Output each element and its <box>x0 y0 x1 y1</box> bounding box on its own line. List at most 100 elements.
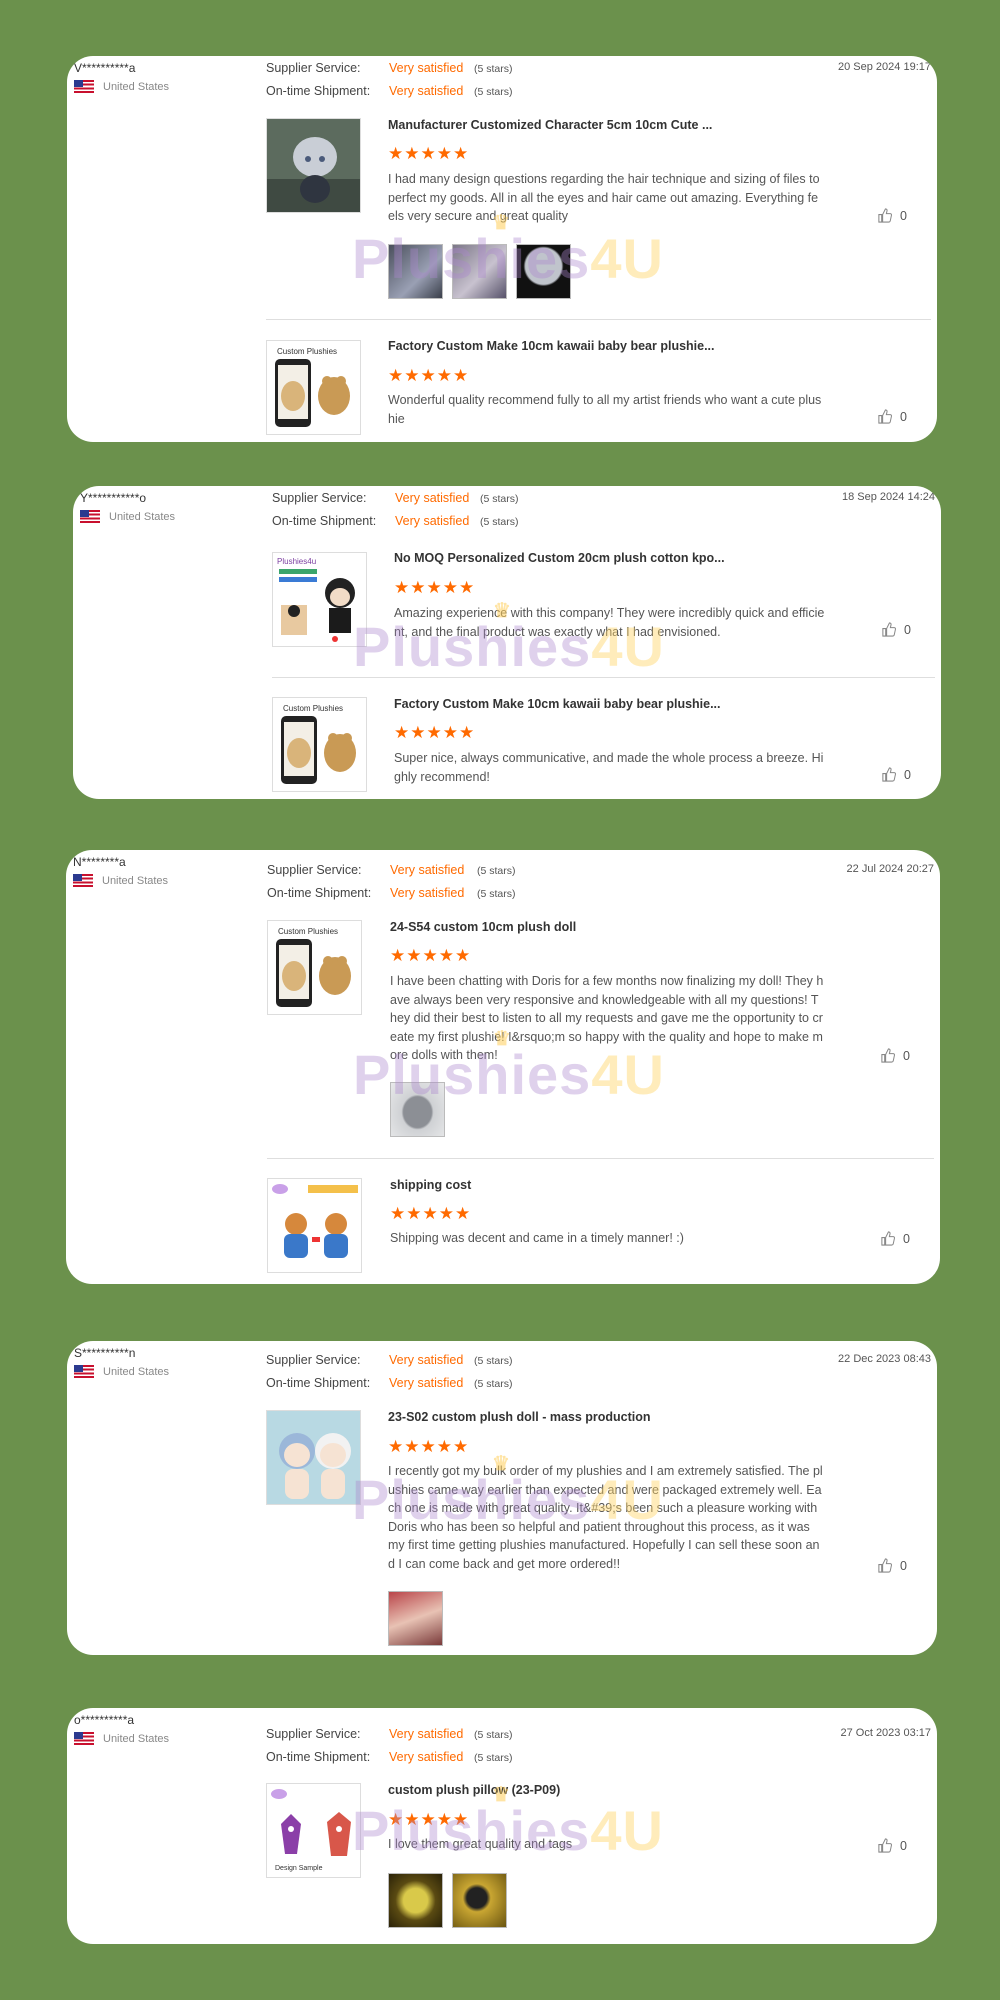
product-title-link[interactable]: shipping cost <box>390 1178 471 1192</box>
svg-text:Design Sample: Design Sample <box>275 1865 323 1872</box>
review-card: S**********n United States Supplier Serv… <box>67 1341 937 1655</box>
review-photo[interactable] <box>390 1082 445 1137</box>
product-title-link[interactable]: Manufacturer Customized Character 5cm 10… <box>388 118 712 132</box>
like-button[interactable]: 0 <box>880 1231 910 1246</box>
product-thumbnail[interactable] <box>266 1410 361 1505</box>
like-count: 0 <box>904 622 911 637</box>
item-divider <box>272 677 935 678</box>
buyer-country: United States <box>74 1365 169 1378</box>
product-thumbnail[interactable] <box>267 1178 362 1273</box>
country-label: United States <box>103 80 170 93</box>
buyer-name: Y***********o <box>80 491 147 505</box>
shipment-stars: (5 stars) <box>474 1378 513 1390</box>
supplier-service-stars: (5 stars) <box>474 1729 513 1741</box>
shipment-stars: (5 stars) <box>474 86 513 98</box>
product-thumbnail[interactable]: Custom Plushies <box>266 340 361 435</box>
us-flag-icon <box>74 1732 94 1745</box>
star-rating: ★★★★★ <box>394 578 476 597</box>
supplier-service-value: Very satisfied <box>395 491 470 505</box>
review-photo[interactable] <box>516 244 571 299</box>
us-flag-icon <box>80 510 100 523</box>
product-title-link[interactable]: 23-S02 custom plush doll - mass producti… <box>388 1410 651 1424</box>
supplier-service-stars: (5 stars) <box>477 865 516 877</box>
product-thumbnail[interactable]: Custom Plushies <box>267 920 362 1015</box>
shipment-label: On-time Shipment: <box>267 886 372 900</box>
country-label: United States <box>103 1732 170 1745</box>
thumbs-up-icon <box>881 1231 896 1246</box>
review-date: 18 Sep 2024 14:24 <box>842 491 935 503</box>
buyer-country: United States <box>73 874 168 887</box>
review-photo[interactable] <box>452 1873 507 1928</box>
review-photos <box>388 1591 443 1646</box>
like-count: 0 <box>900 1558 907 1573</box>
star-rating: ★★★★★ <box>388 366 470 385</box>
buyer-country: United States <box>74 1732 169 1745</box>
product-title-link[interactable]: Factory Custom Make 10cm kawaii baby bea… <box>388 339 715 353</box>
review-photo[interactable] <box>452 244 507 299</box>
shipment-label: On-time Shipment: <box>266 1376 371 1390</box>
like-button[interactable]: 0 <box>877 1558 907 1573</box>
like-count: 0 <box>904 767 911 782</box>
like-button[interactable]: 0 <box>877 208 907 223</box>
thumbs-up-icon <box>878 208 893 223</box>
supplier-service-value: Very satisfied <box>389 61 464 75</box>
product-thumbnail[interactable]: Plushies4u <box>272 552 367 647</box>
review-date: 20 Sep 2024 19:17 <box>838 61 931 73</box>
thumbs-up-icon <box>882 622 897 637</box>
svg-text:Custom Plushies: Custom Plushies <box>283 704 343 713</box>
supplier-service-label: Supplier Service: <box>266 1353 361 1367</box>
like-button[interactable]: 0 <box>877 409 907 424</box>
supplier-service-stars: (5 stars) <box>474 1355 513 1367</box>
thumbs-up-icon <box>878 1838 893 1853</box>
like-count: 0 <box>903 1231 910 1246</box>
review-text: Amazing experience with this company! Th… <box>394 606 825 639</box>
buyer-name: S**********n <box>74 1346 136 1360</box>
product-thumbnail[interactable]: Custom Plushies <box>272 697 367 792</box>
shipment-value: Very satisfied <box>389 1376 464 1390</box>
like-button[interactable]: 0 <box>881 622 911 637</box>
product-title-link[interactable]: Factory Custom Make 10cm kawaii baby bea… <box>394 697 721 711</box>
review-text: I recently got my bulk order of my plush… <box>388 1464 823 1571</box>
review-photo[interactable] <box>388 244 443 299</box>
thumbs-up-icon <box>878 1558 893 1573</box>
like-button[interactable]: 0 <box>877 1838 907 1853</box>
review-date: 27 Oct 2023 03:17 <box>840 1727 931 1739</box>
review-photo[interactable] <box>388 1873 443 1928</box>
us-flag-icon <box>73 874 93 887</box>
review-photo[interactable] <box>388 1591 443 1646</box>
country-label: United States <box>109 510 176 523</box>
star-rating: ★★★★★ <box>388 1810 470 1829</box>
product-title-link[interactable]: 24-S54 custom 10cm plush doll <box>390 920 576 934</box>
supplier-service-stars: (5 stars) <box>480 493 519 505</box>
review-card: o**********a United States Supplier Serv… <box>67 1708 937 1944</box>
review-date: 22 Dec 2023 08:43 <box>838 1353 931 1365</box>
product-thumbnail[interactable]: Design Sample <box>266 1783 361 1878</box>
star-rating: ★★★★★ <box>390 1204 472 1223</box>
product-title-link[interactable]: No MOQ Personalized Custom 20cm plush co… <box>394 551 725 565</box>
like-count: 0 <box>900 208 907 223</box>
supplier-service-value: Very satisfied <box>389 1353 464 1367</box>
product-thumbnail[interactable] <box>266 118 361 213</box>
buyer-name: o**********a <box>74 1713 135 1727</box>
item-divider <box>267 1158 934 1159</box>
thumbs-up-icon <box>881 1048 896 1063</box>
svg-text:Plushies4u: Plushies4u <box>277 557 316 566</box>
buyer-name: V**********a <box>74 61 136 75</box>
like-button[interactable]: 0 <box>880 1048 910 1063</box>
like-count: 0 <box>903 1048 910 1063</box>
review-text: Shipping was decent and came in a timely… <box>390 1231 684 1245</box>
shipment-label: On-time Shipment: <box>272 514 377 528</box>
svg-text:Custom Plushies: Custom Plushies <box>277 347 337 356</box>
review-text: Super nice, always communicative, and ma… <box>394 751 824 784</box>
like-button[interactable]: 0 <box>881 767 911 782</box>
like-count: 0 <box>900 409 907 424</box>
product-title-link[interactable]: custom plush pillow (23-P09) <box>388 1783 560 1797</box>
like-count: 0 <box>900 1838 907 1853</box>
buyer-name: N********a <box>73 855 126 869</box>
review-card: N********a United States Supplier Servic… <box>66 850 940 1284</box>
review-photos <box>388 1873 507 1928</box>
country-label: United States <box>103 1365 170 1378</box>
shipment-value: Very satisfied <box>395 514 470 528</box>
buyer-country: United States <box>80 510 175 523</box>
review-card: Y***********o United States Supplier Ser… <box>73 486 941 799</box>
